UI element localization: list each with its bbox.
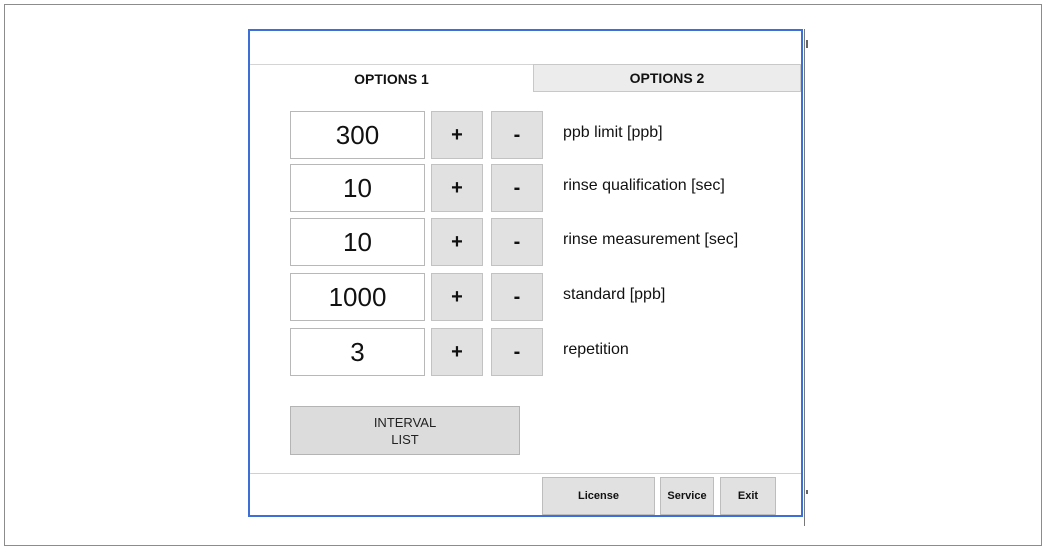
ppb-limit-decrement-button[interactable]: - [491,111,543,159]
ppb-limit-label: ppb limit [ppb] [563,124,663,141]
repetition-label: repetition [563,341,629,358]
repetition-increment-button[interactable]: + [431,328,483,376]
rinse-measurement-increment-button[interactable]: + [431,218,483,266]
tab-options-1[interactable]: OPTIONS 1 [250,64,533,92]
standard-decrement-button[interactable]: - [491,273,543,321]
exit-button[interactable]: Exit [720,477,776,515]
footer-divider [250,473,801,474]
license-button[interactable]: License [542,477,655,515]
repetition-value[interactable]: 3 [290,328,425,376]
standard-value[interactable]: 1000 [290,273,425,321]
rinse-qualification-increment-button[interactable]: + [431,164,483,212]
standard-increment-button[interactable]: + [431,273,483,321]
interval-list-label-line2: LIST [391,431,419,447]
rinse-measurement-decrement-button[interactable]: - [491,218,543,266]
edge-mark [806,490,808,494]
ppb-limit-value[interactable]: 300 [290,111,425,159]
ppb-limit-increment-button[interactable]: + [431,111,483,159]
window-edge [804,29,805,526]
rinse-qualification-value[interactable]: 10 [290,164,425,212]
rinse-measurement-label: rinse measurement [sec] [563,231,739,248]
rinse-qualification-decrement-button[interactable]: - [491,164,543,212]
rinse-qualification-label: rinse qualification [sec] [563,177,725,194]
rinse-measurement-value[interactable]: 10 [290,218,425,266]
service-button[interactable]: Service [660,477,714,515]
interval-list-label-line1: INTERVAL [373,414,437,430]
edge-mark [806,40,808,48]
repetition-decrement-button[interactable]: - [491,328,543,376]
options-window: OPTIONS 1 OPTIONS 2 300 + - ppb limit [p… [248,29,803,517]
standard-label: standard [ppb] [563,286,666,303]
tab-options-2[interactable]: OPTIONS 2 [533,64,801,92]
interval-list-button[interactable]: INTERVAL LIST [290,406,520,455]
